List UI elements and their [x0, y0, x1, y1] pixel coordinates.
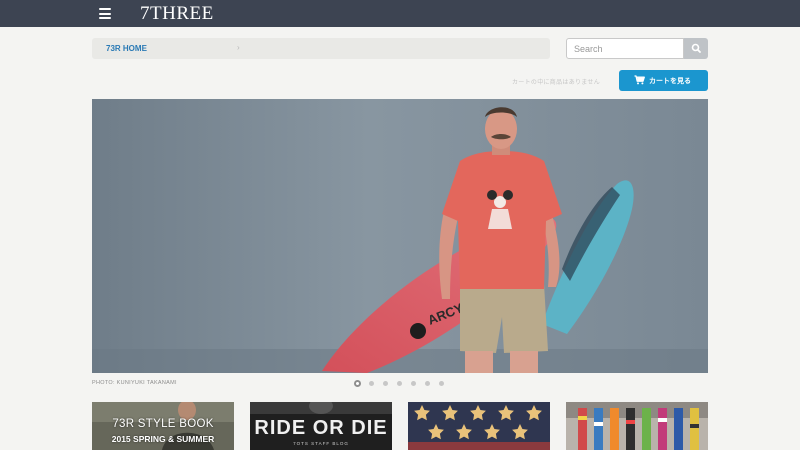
thumbnail-title: 73R STYLE BOOK [112, 418, 214, 430]
surfer-photo: ARCY [92, 99, 708, 373]
thumbnail-title: RIDE OR DIE [254, 417, 388, 439]
stars-photo [408, 402, 550, 450]
slide-dot-3[interactable] [383, 381, 388, 386]
breadcrumb-home-link[interactable]: 73R HOME [106, 44, 147, 53]
search-button[interactable] [684, 38, 708, 59]
hero-slide-image[interactable]: ARCY [92, 99, 708, 373]
slide-dot-1[interactable] [354, 380, 361, 387]
view-cart-label: カートを見る [649, 78, 691, 85]
slide-dot-6[interactable] [425, 381, 430, 386]
thumbnail-ride-or-die[interactable]: RIDE OR DIE 7OTS STAFF BLOG [250, 402, 392, 450]
search-icon [691, 43, 701, 53]
thumbnail-subtitle: 7OTS STAFF BLOG [293, 441, 349, 446]
cart-status-text: カートの中に商品はありません [512, 80, 601, 86]
breadcrumb: 73R HOME › [92, 38, 550, 59]
top-bar: 7THREE [0, 0, 800, 27]
thumbnail-stars[interactable] [408, 402, 550, 450]
cart-icon [634, 75, 645, 85]
thumbnail-socks[interactable] [566, 402, 708, 450]
photo-credit: PHOTO: KUNIYUKI TAKANAMI [92, 380, 177, 386]
view-cart-button[interactable]: カートを見る [619, 70, 708, 91]
slide-dot-2[interactable] [369, 381, 374, 386]
site-logo[interactable]: 7THREE [140, 3, 214, 25]
search-input[interactable] [566, 38, 684, 59]
hamburger-menu-icon[interactable] [99, 8, 111, 19]
thumbnail-subtitle: 2015 SPRING & SUMMER [111, 434, 215, 444]
breadcrumb-separator: › [237, 43, 240, 52]
slide-dot-4[interactable] [397, 381, 402, 386]
slide-dot-5[interactable] [411, 381, 416, 386]
thumbnail-style-book[interactable]: 73R STYLE BOOK 2015 SPRING & SUMMER [92, 402, 234, 450]
socks-photo [566, 402, 708, 450]
slide-dot-7[interactable] [439, 381, 444, 386]
